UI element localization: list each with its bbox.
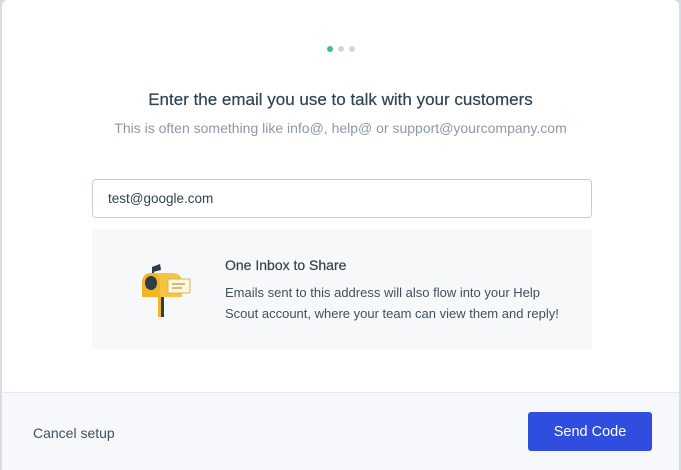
info-text: Emails sent to this address will also fl… [225, 285, 559, 321]
step-dot-3 [348, 46, 355, 52]
email-input[interactable] [92, 179, 592, 218]
step-indicator [2, 46, 679, 52]
page-title: Enter the email you use to talk with you… [148, 90, 533, 109]
info-panel: One Inbox to Share Emails sent to this a… [92, 229, 592, 349]
modal-footer: Cancel setup Send Code [2, 392, 679, 470]
setup-modal: Enter the email you use to talk with you… [2, 0, 679, 470]
info-title: One Inbox to Share [225, 257, 347, 273]
step-dot-1 [326, 46, 333, 52]
cancel-setup-link[interactable]: Cancel setup [33, 425, 115, 441]
send-code-button[interactable]: Send Code [528, 412, 652, 451]
page-subtitle: This is often something like info@, help… [114, 120, 567, 136]
step-dot-2 [337, 46, 344, 52]
mailbox-icon [142, 264, 191, 317]
